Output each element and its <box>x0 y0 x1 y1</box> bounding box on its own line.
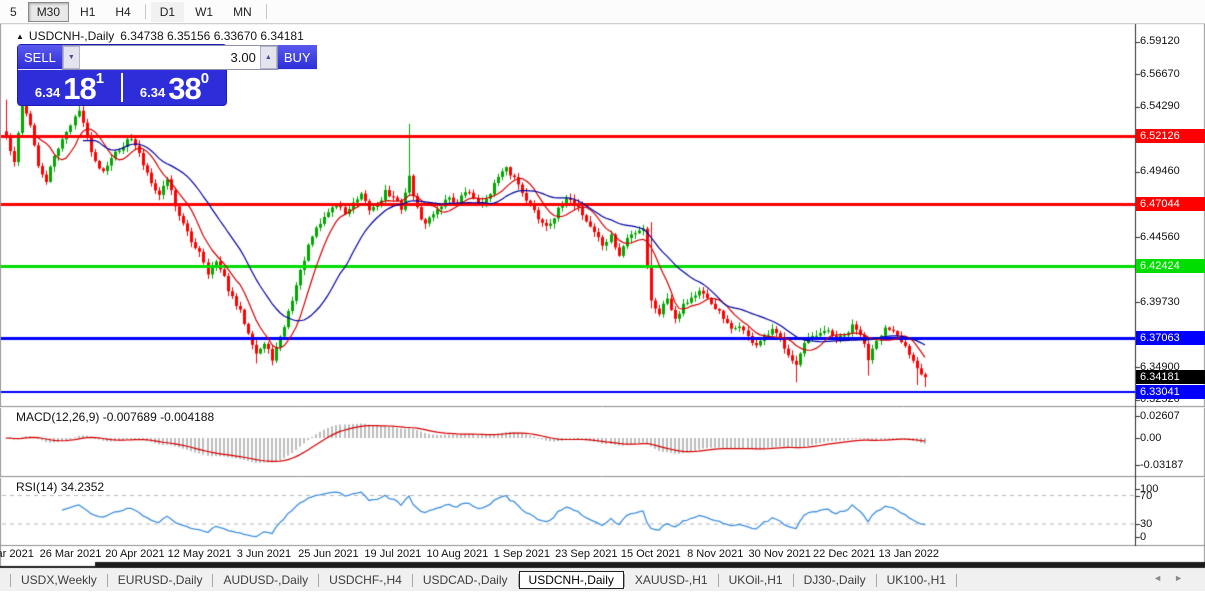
buy-price-base: 6.34 <box>140 83 165 102</box>
toolbar-separator <box>145 4 146 19</box>
collapse-icon[interactable]: ▲ <box>16 32 24 41</box>
rsi-label: RSI(14) 34.2352 <box>16 480 104 494</box>
chart-title: ▲ USDCNH-,Daily 6.34738 6.35156 6.33670 6.… <box>16 29 304 43</box>
macd-name: MACD(12,26,9) <box>16 410 99 424</box>
down-arrow-icon: ▼ <box>68 54 75 61</box>
sell-price-sup: 1 <box>96 72 104 86</box>
timeframe-h4[interactable]: H4 <box>106 2 139 22</box>
timeframe-toolbar: 5M30H1H4 D1W1MN <box>0 0 1205 24</box>
rsi-name: RSI(14) <box>16 480 57 494</box>
one-click-trading-panel: SELL ▼ ▲ BUY 6.34181 6.34380 <box>18 45 226 105</box>
sell-button[interactable]: SELL <box>18 45 62 70</box>
toolbar-separator <box>266 4 267 19</box>
tab-separator <box>956 574 957 587</box>
tab-audusd-daily[interactable]: AUDUSD-,Daily <box>213 571 318 589</box>
up-arrow-icon: ▲ <box>265 54 272 61</box>
timeframe-d1[interactable]: D1 <box>151 2 184 22</box>
volume-decrease-button[interactable]: ▼ <box>63 46 80 69</box>
tab-eurusd-daily[interactable]: EURUSD-,Daily <box>108 571 213 589</box>
sell-price[interactable]: 6.34181 <box>18 70 121 105</box>
sell-price-base: 6.34 <box>35 83 60 102</box>
buy-price-big: 38 <box>168 75 200 102</box>
price-axis[interactable] <box>1136 24 1205 545</box>
timeframe-h1[interactable]: H1 <box>71 2 104 22</box>
tab-scroll-left-icon[interactable]: ◄ <box>1153 573 1174 583</box>
tab-dj30-daily[interactable]: DJ30-,Daily <box>794 571 876 589</box>
tab-scroll-arrows: ◄► <box>1153 573 1195 583</box>
buy-price[interactable]: 6.34380 <box>123 70 226 105</box>
timeframe-w1[interactable]: W1 <box>186 2 222 22</box>
rsi-value: 34.2352 <box>61 480 104 494</box>
tab-ukoil-h1[interactable]: UKOil-,H1 <box>719 571 793 589</box>
buy-price-sup: 0 <box>201 72 209 86</box>
tab-uk100-h1[interactable]: UK100-,H1 <box>877 571 956 589</box>
sell-price-big: 18 <box>63 75 95 102</box>
chart-tab-bar: USDX,WeeklyEURUSD-,DailyAUDUSD-,DailyUSD… <box>0 569 1205 591</box>
buy-button[interactable]: BUY <box>278 45 317 70</box>
timeframe-m30[interactable]: M30 <box>28 2 69 22</box>
tab-usdx-weekly[interactable]: USDX,Weekly <box>11 571 107 589</box>
tab-usdcnh-daily[interactable]: USDCNH-,Daily <box>519 571 624 589</box>
tab-scroll-right-icon[interactable]: ► <box>1174 573 1195 583</box>
volume-input[interactable] <box>80 46 260 69</box>
timeframe-mn[interactable]: MN <box>224 2 261 22</box>
tab-usdchf-h4[interactable]: USDCHF-,H4 <box>319 571 412 589</box>
tab-xauusd-h1[interactable]: XAUUSD-,H1 <box>625 571 718 589</box>
time-axis[interactable] <box>0 546 1135 562</box>
timeframe-5[interactable]: 5 <box>1 2 26 22</box>
symbol-period-label: USDCNH-,Daily <box>29 29 114 43</box>
macd-values: -0.007689 -0.004188 <box>103 410 214 424</box>
macd-label: MACD(12,26,9) -0.007689 -0.004188 <box>16 410 214 424</box>
volume-stepper: ▼ ▲ <box>62 45 278 70</box>
ohlc-values: 6.34738 6.35156 6.33670 6.34181 <box>120 29 304 43</box>
volume-increase-button[interactable]: ▲ <box>260 46 277 69</box>
tab-usdcad-daily[interactable]: USDCAD-,Daily <box>413 571 518 589</box>
